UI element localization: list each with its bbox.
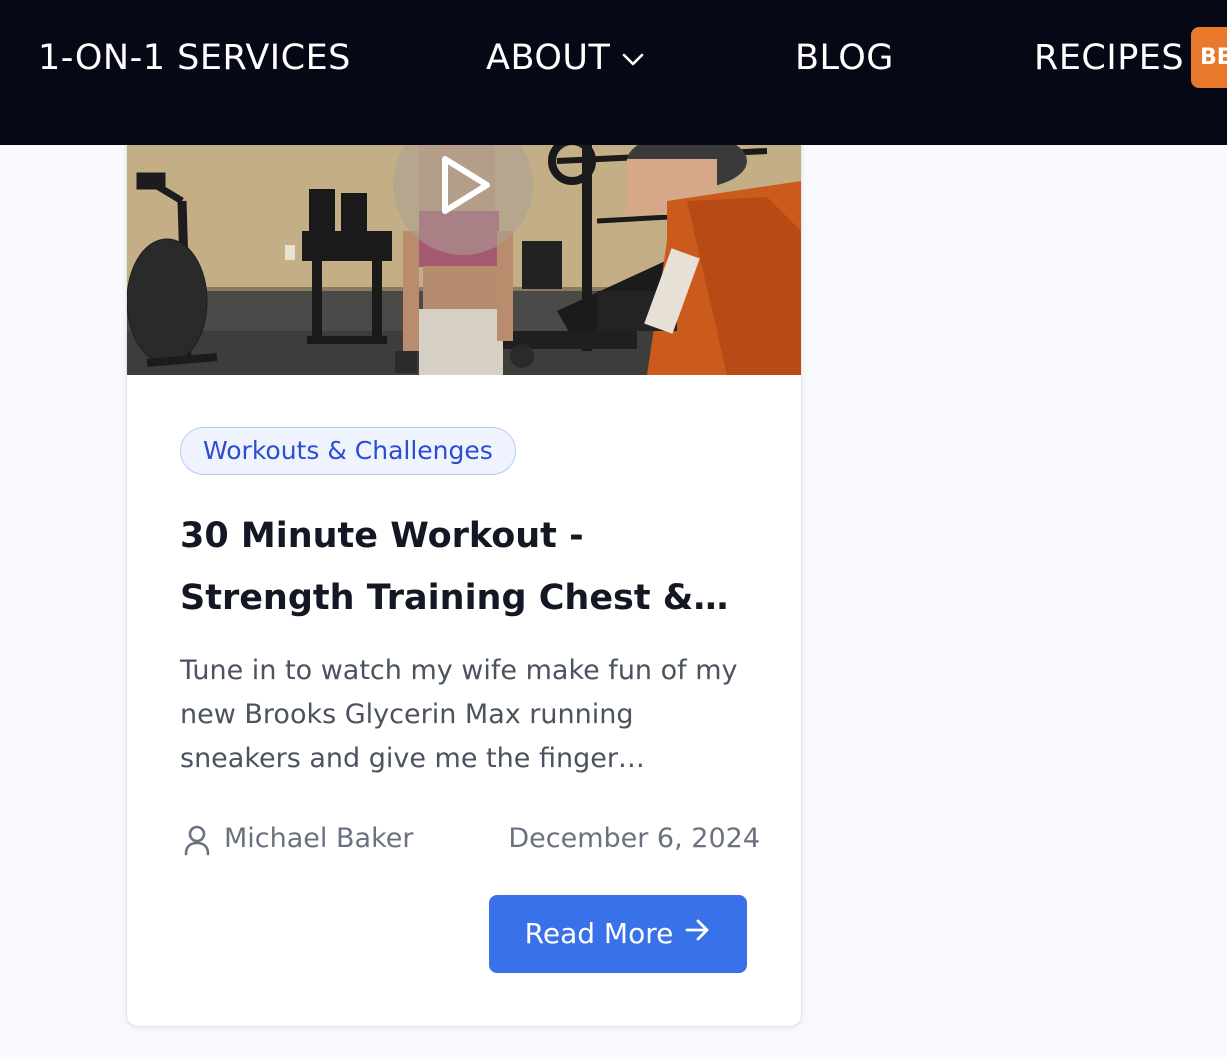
top-navigation-bar: 1-ON-1 SERVICES ABOUT BLOG RECIPES BE	[0, 0, 1227, 145]
post-meta: Michael Baker December 6, 2024	[180, 817, 760, 861]
nav-item-services[interactable]: 1-ON-1 SERVICES	[38, 36, 351, 80]
post-date: December 6, 2024	[508, 823, 760, 854]
read-more-button[interactable]: Read More	[489, 895, 747, 973]
post-title[interactable]: 30 Minute Workout - Strength Training Ch…	[180, 505, 740, 629]
nav-cta-button[interactable]: BE	[1191, 27, 1227, 88]
category-tag[interactable]: Workouts & Challenges	[180, 427, 516, 475]
read-more-label: Read More	[524, 917, 674, 950]
post-author: Michael Baker	[224, 823, 414, 854]
nav-item-about[interactable]: ABOUT	[486, 36, 644, 80]
user-icon	[183, 824, 211, 870]
post-excerpt: Tune in to watch my wife make fun of my …	[180, 655, 738, 774]
nav-item-recipes-label: RECIPES	[1034, 38, 1185, 78]
nav-item-blog-label: BLOG	[795, 38, 894, 78]
chevron-down-icon	[622, 34, 644, 78]
nav-item-blog[interactable]: BLOG	[795, 36, 894, 80]
nav-item-about-label: ABOUT	[486, 38, 611, 78]
nav-item-services-label: 1-ON-1 SERVICES	[38, 38, 351, 78]
arrow-right-icon	[685, 894, 711, 972]
blog-post-card: Workouts & Challenges 30 Minute Workout …	[126, 100, 802, 1027]
nav-item-recipes[interactable]: RECIPES	[1034, 36, 1184, 80]
